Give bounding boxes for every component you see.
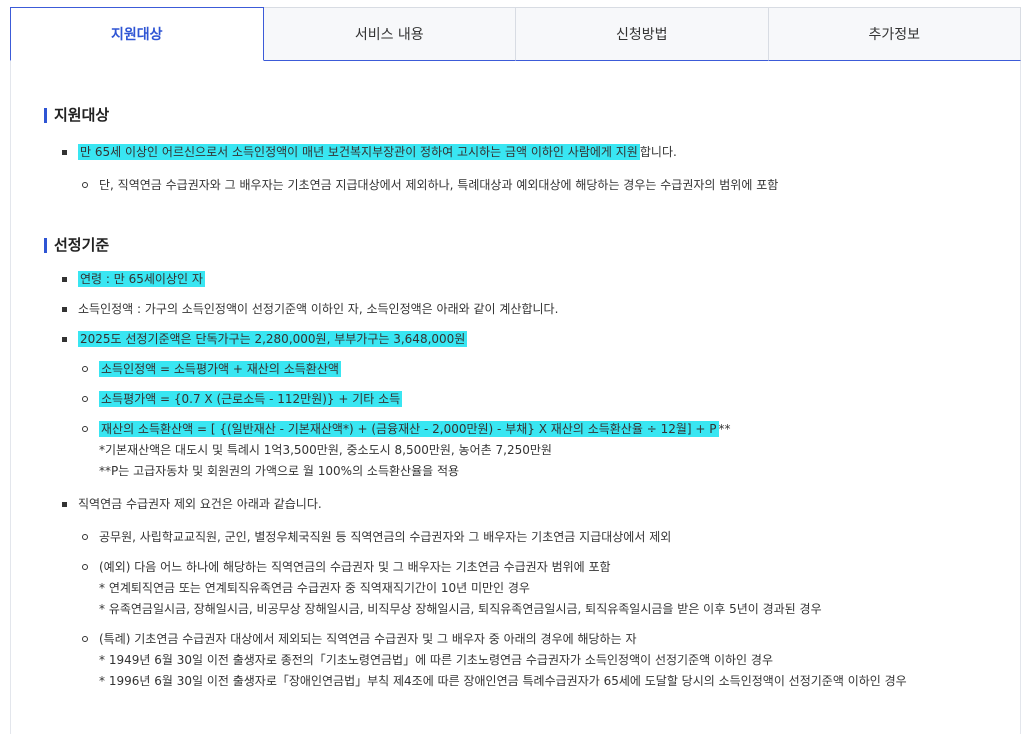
sub-list-item: 공무원, 사립학교교직원, 군인, 별정우체국직원 등 직역연금의 수급권자와 … xyxy=(44,527,1004,548)
circle-bullet-icon xyxy=(82,366,88,372)
circle-bullet-icon xyxy=(82,636,88,642)
tab-bar: 지원대상 서비스 내용 신청방법 추가정보 xyxy=(10,7,1021,61)
square-bullet-icon xyxy=(62,307,67,312)
list-item: 소득인정액 : 가구의 소득인정액이 선정기준액 이하인 자, 소득인정액은 아… xyxy=(44,299,1004,320)
formula-list: 소득인정액 = 소득평가액 + 재산의 소득환산액 소득평가액 = {0.7 X… xyxy=(44,359,1004,482)
eligibility-list: 만 65세 이상인 어르신으로서 소득인정액이 매년 보건복지부장관이 정하여 … xyxy=(44,142,1004,196)
list-item: 직역연금 수급권자 제외 요건은 아래과 같습니다. 공무원, 사립학교교직원,… xyxy=(44,494,1004,692)
highlighted-text: 2025도 선정기준액은 단독가구는 2,280,000원, 부부가구는 3,6… xyxy=(78,331,468,347)
square-bullet-icon xyxy=(62,337,67,342)
list-item: 연령 : 만 65세이상인 자 xyxy=(44,269,1004,290)
circle-bullet-icon xyxy=(82,534,88,540)
circle-bullet-icon xyxy=(82,564,88,570)
sub-list-item: 소득평가액 = {0.7 X (근로소득 - 112만원)} + 기타 소득 xyxy=(44,389,1004,410)
list-item: 2025도 선정기준액은 단독가구는 2,280,000원, 부부가구는 3,6… xyxy=(44,329,1004,482)
highlighted-text: 재산의 소득환산액 = [ {(일반재산 - 기본재산액*) + (금융재산 -… xyxy=(99,421,719,437)
sub-list-item: (예외) 다음 어느 하나에 해당하는 직역연금의 수급권자 및 그 배우자는 … xyxy=(44,557,1004,620)
section-title-criteria: 선정기준 xyxy=(44,234,1004,256)
tab-service-content[interactable]: 서비스 내용 xyxy=(263,7,516,61)
square-bullet-icon xyxy=(62,277,67,282)
occupational-list: 공무원, 사립학교교직원, 군인, 별정우체국직원 등 직역연금의 수급권자와 … xyxy=(44,527,1004,692)
sub-list-item: (특례) 기초연금 수급권자 대상에서 제외되는 직역연금 수급권자 및 그 배… xyxy=(44,629,1004,692)
circle-bullet-icon xyxy=(82,426,88,432)
main-content: 지원대상 만 65세 이상인 어르신으로서 소득인정액이 매년 보건복지부장관이… xyxy=(44,104,1004,692)
sub-list-item: 재산의 소득환산액 = [ {(일반재산 - 기본재산액*) + (금융재산 -… xyxy=(44,419,1004,482)
tab-how-to-apply[interactable]: 신청방법 xyxy=(516,7,769,61)
highlighted-text: 소득인정액 = 소득평가액 + 재산의 소득환산액 xyxy=(99,361,341,377)
section-title-eligibility: 지원대상 xyxy=(44,104,1004,126)
circle-bullet-icon xyxy=(82,182,88,188)
criteria-list: 연령 : 만 65세이상인 자 소득인정액 : 가구의 소득인정액이 선정기준액… xyxy=(44,269,1004,692)
tab-additional-info[interactable]: 추가정보 xyxy=(768,7,1021,61)
square-bullet-icon xyxy=(62,150,67,155)
square-bullet-icon xyxy=(62,502,67,507)
tab-eligibility[interactable]: 지원대상 xyxy=(10,7,264,61)
section-bar xyxy=(44,107,47,123)
highlighted-text: 소득평가액 = {0.7 X (근로소득 - 112만원)} + 기타 소득 xyxy=(99,391,403,407)
sub-list-item: 단, 직역연금 수급권자와 그 배우자는 기초연금 지급대상에서 제외하나, 특… xyxy=(44,175,1004,196)
highlighted-text: 만 65세 이상인 어르신으로서 소득인정액이 매년 보건복지부장관이 정하여 … xyxy=(78,144,640,160)
sub-list: 단, 직역연금 수급권자와 그 배우자는 기초연금 지급대상에서 제외하나, 특… xyxy=(44,175,1004,196)
sub-list-item: 소득인정액 = 소득평가액 + 재산의 소득환산액 xyxy=(44,359,1004,380)
list-item: 만 65세 이상인 어르신으로서 소득인정액이 매년 보건복지부장관이 정하여 … xyxy=(44,142,1004,196)
section-bar xyxy=(44,237,47,253)
highlighted-text: 연령 : 만 65세이상인 자 xyxy=(78,271,205,287)
circle-bullet-icon xyxy=(82,396,88,402)
